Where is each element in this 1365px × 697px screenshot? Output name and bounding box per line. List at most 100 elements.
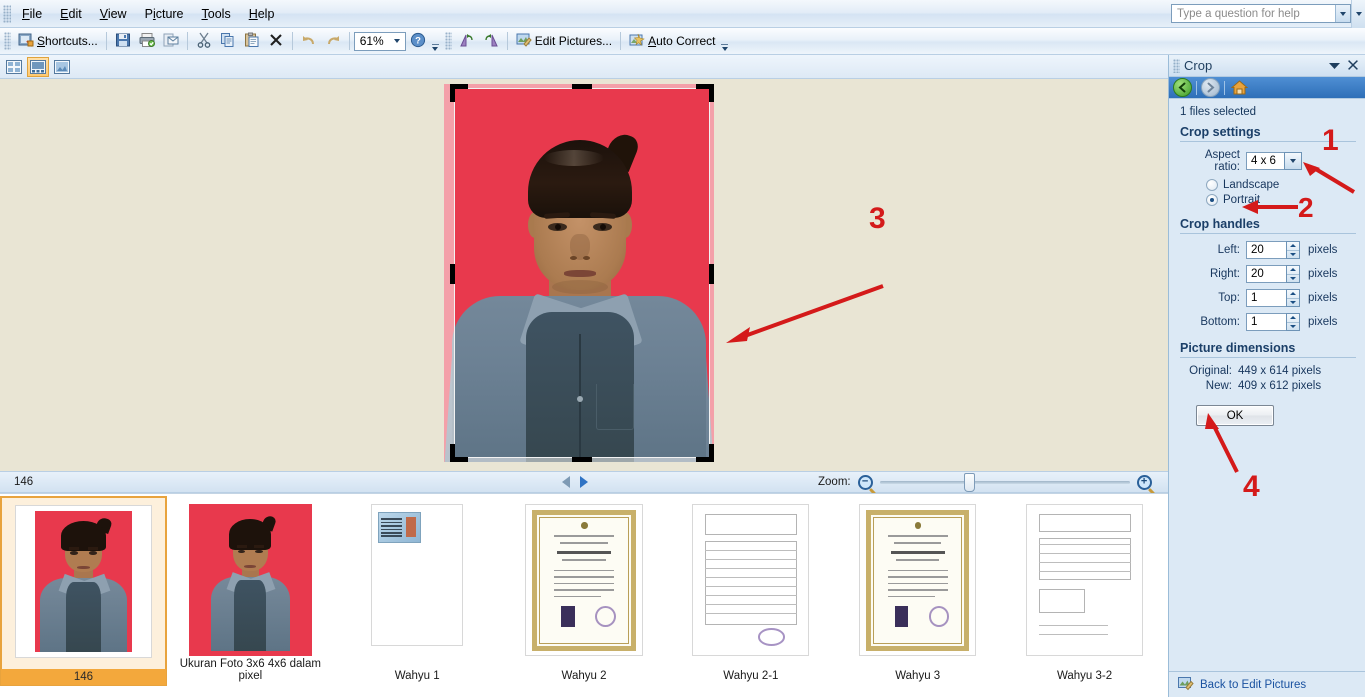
crop-handle-right-middle[interactable] (709, 264, 714, 284)
thumbnail-cell-0[interactable]: 146 (0, 496, 167, 686)
task-pane-footer: Back to Edit Pictures (1169, 671, 1365, 697)
cut-button[interactable] (192, 30, 216, 52)
zoom-level-combo[interactable]: 61% (353, 31, 406, 51)
close-icon[interactable] (1348, 59, 1358, 73)
crop-handle-top-center[interactable] (572, 84, 592, 89)
paste-button[interactable] (240, 30, 264, 52)
thumbnail-cell-4[interactable]: Wahyu 2-1 (667, 496, 834, 686)
thumbnail-cell-3[interactable]: Wahyu 2 (501, 496, 668, 686)
portrait-radio[interactable] (1206, 194, 1218, 206)
thumbnail-cell-1[interactable]: Ukuran Foto 3x6 4x6 dalam pixel (167, 496, 334, 686)
help-dropdown-arrow[interactable] (1335, 5, 1350, 22)
edit-pictures-button[interactable]: Edit Pictures... (512, 30, 616, 52)
thumbnail-cell-2[interactable]: Wahyu 1 (334, 496, 501, 686)
crop-handle-top-right-v[interactable] (709, 84, 714, 102)
view-toggle-bar (0, 55, 1168, 79)
thumbnail-cell-5[interactable]: Wahyu 3 (834, 496, 1001, 686)
crop-left-units: pixels (1308, 244, 1338, 256)
crop-bottom-spin-up[interactable] (1287, 314, 1299, 323)
zoom-out-icon[interactable]: − (857, 474, 873, 490)
menubar-overflow[interactable] (1351, 0, 1365, 28)
crop-left-spin-down[interactable] (1287, 251, 1299, 259)
rotate-right-button[interactable] (479, 30, 503, 52)
photo-pupil-left (555, 224, 561, 230)
home-icon[interactable] (1229, 78, 1250, 97)
undo-button[interactable] (297, 30, 321, 52)
email-button[interactable] (159, 30, 183, 52)
menu-file[interactable]: FFileile (13, 3, 51, 25)
thumbnail-image-6[interactable] (1026, 504, 1144, 656)
menu-tools[interactable]: Tools (193, 3, 240, 25)
zoom-slider-track[interactable] (879, 472, 1130, 492)
shortcuts-button[interactable]: Shortcuts... (14, 30, 102, 52)
crop-handle-bottom-center[interactable] (572, 457, 592, 462)
undo-icon (301, 32, 317, 51)
copy-button[interactable] (216, 30, 240, 52)
crop-left-stepper[interactable]: 20 (1246, 241, 1300, 259)
toolbar-overflow-1[interactable] (430, 30, 441, 52)
photo-image[interactable] (444, 84, 714, 462)
back-to-edit-pictures-link[interactable]: Back to Edit Pictures (1200, 679, 1306, 691)
help-search-box[interactable]: Type a question for help (1171, 4, 1351, 23)
auto-correct-button[interactable]: Auto Correct (625, 30, 719, 52)
save-button[interactable] (111, 30, 135, 52)
crop-left-spin-up[interactable] (1287, 242, 1299, 251)
crop-bottom-stepper[interactable]: 1 (1246, 313, 1300, 331)
thumbnail-image-2[interactable] (371, 504, 464, 646)
menubar-grip[interactable] (3, 4, 11, 23)
aspect-ratio-dropdown[interactable]: 4 x 6 (1246, 152, 1302, 170)
toolbar-overflow-2[interactable] (719, 30, 730, 52)
crop-right-stepper[interactable]: 20 (1246, 265, 1300, 283)
crop-handle-left-middle[interactable] (450, 264, 455, 284)
toolbar-separator-3 (291, 32, 293, 50)
single-picture-view-button[interactable] (51, 57, 73, 77)
thumbnail-view-button[interactable] (3, 57, 25, 77)
menu-view[interactable]: View (91, 3, 136, 25)
delete-button[interactable] (264, 30, 288, 52)
thumbnail-image-3[interactable] (525, 504, 644, 656)
crop-top-stepper[interactable]: 1 (1246, 289, 1300, 307)
crop-right-spin-down[interactable] (1287, 275, 1299, 283)
thumbnail-image-4[interactable] (692, 504, 810, 656)
crop-handle-top-left-v[interactable] (450, 84, 455, 102)
thumbnail-image-5[interactable] (859, 504, 977, 656)
crop-bottom-spin-buttons[interactable] (1286, 313, 1300, 331)
crop-right-spin-buttons[interactable] (1286, 265, 1300, 283)
cut-icon (196, 32, 212, 51)
menu-help[interactable]: Help (240, 3, 284, 25)
crop-top-spin-down[interactable] (1287, 299, 1299, 307)
crop-top-spin-up[interactable] (1287, 290, 1299, 299)
zoom-slider-thumb[interactable] (963, 472, 975, 492)
previous-image-button[interactable] (562, 476, 570, 488)
task-pane-grip[interactable] (1173, 58, 1180, 73)
menu-picture[interactable]: Picture (136, 3, 193, 25)
zoom-in-icon[interactable]: + (1136, 474, 1152, 490)
toolbar-grip[interactable] (4, 32, 11, 50)
crop-handle-bottom-right-v[interactable] (709, 444, 714, 462)
crop-top-spin-buttons[interactable] (1286, 289, 1300, 307)
redo-button[interactable] (321, 30, 345, 52)
filmstrip-view-button[interactable] (27, 56, 49, 77)
print-button[interactable] (135, 30, 159, 52)
crop-bottom-spin-down[interactable] (1287, 323, 1299, 331)
rotate-left-button[interactable] (455, 30, 479, 52)
thumbnail-image-1[interactable] (188, 504, 312, 656)
forward-arrow-icon[interactable] (1201, 78, 1220, 97)
chevron-down-icon[interactable] (1329, 59, 1340, 73)
crop-left-spin-buttons[interactable] (1286, 241, 1300, 259)
thumbnail-image-0[interactable] (14, 505, 152, 658)
menu-edit[interactable]: Edit (51, 3, 91, 25)
thumbnail-cell-6[interactable]: Wahyu 3-2 (1001, 496, 1168, 686)
crop-right-spin-up[interactable] (1287, 266, 1299, 275)
crop-handle-bottom-left-v[interactable] (450, 444, 455, 462)
zoom-level-dropdown-arrow[interactable] (390, 33, 405, 50)
back-arrow-icon[interactable] (1173, 78, 1192, 97)
next-image-button[interactable] (580, 476, 588, 488)
crop-top-value: 1 (1251, 292, 1258, 304)
picture-dimensions-title: Picture dimensions (1180, 341, 1296, 355)
landscape-radio[interactable] (1206, 179, 1218, 191)
print-icon (139, 32, 155, 51)
toolbar-grip-2[interactable] (444, 32, 452, 50)
image-canvas[interactable]: 3 (0, 79, 1168, 471)
help-button[interactable]: ? (406, 30, 430, 52)
